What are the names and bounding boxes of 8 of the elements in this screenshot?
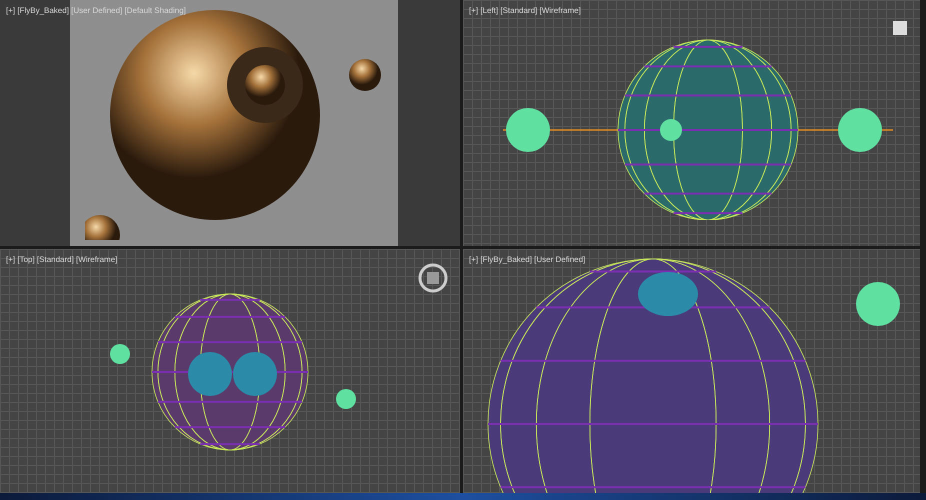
view-cube-icon[interactable] [418,263,448,293]
viewport-label[interactable]: [+] [FlyBy_Baked] [User Defined] [469,255,586,264]
viewport-panel[interactable]: [+] [FlyBy_Baked] [User Defined] [463,249,920,493]
viewport-label[interactable]: [+] [Left] [Standard] [Wireframe] [469,6,581,15]
view-cube-icon[interactable] [892,20,908,36]
viewport-panel[interactable]: [+] [Top] [Standard] [Wireframe] [0,249,460,493]
viewport-panel[interactable]: [+] [Left] [Standard] [Wireframe] [463,0,920,246]
viewport-label[interactable]: [+] [Top] [Standard] [Wireframe] [6,255,118,264]
